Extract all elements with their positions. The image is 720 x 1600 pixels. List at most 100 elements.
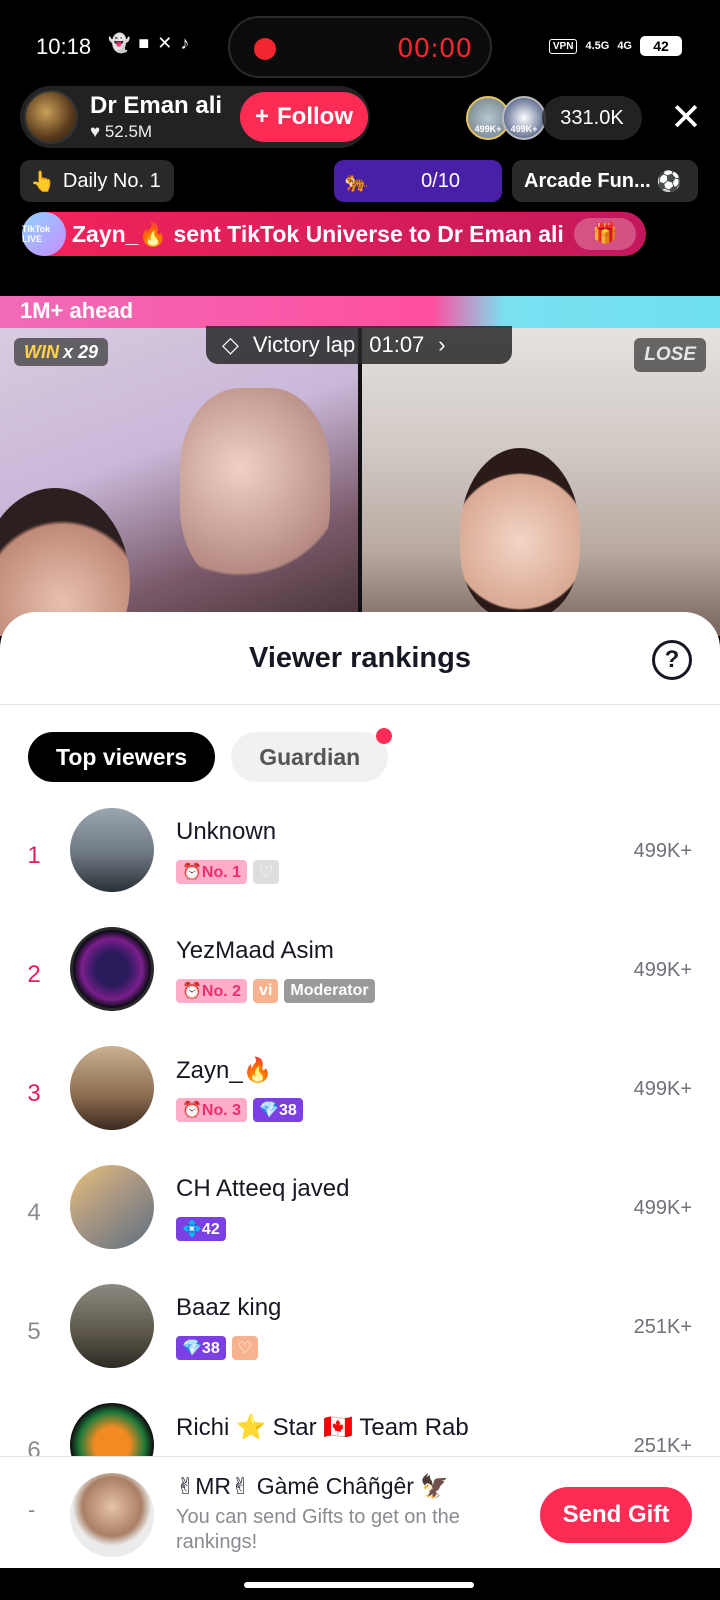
- avatar[interactable]: [70, 1046, 154, 1130]
- win-label: WIN: [24, 341, 59, 362]
- score: 499K+: [633, 959, 692, 981]
- record-dot-icon: [254, 38, 276, 60]
- viewer-count[interactable]: 331.0K: [542, 96, 642, 140]
- tab-guardian[interactable]: Guardian: [231, 728, 393, 782]
- vi-badge: vi: [253, 979, 279, 1003]
- my-avatar[interactable]: [70, 1473, 154, 1557]
- ranking-row[interactable]: 5 Baaz king 💎38 ♡ 251K+: [0, 1284, 720, 1403]
- record-timer: 00:00: [397, 34, 472, 64]
- status-bar: 10:18 👻 ■ ✕ ♪ 00:00 VPN 4.5G 4G 42: [0, 0, 720, 90]
- badges: 💠42: [176, 1217, 226, 1241]
- send-gift-button[interactable]: Send Gift: [540, 1487, 692, 1543]
- system-indicators: VPN 4.5G 4G 42: [548, 36, 682, 56]
- battle-progress-bar: 1M+ ahead: [0, 296, 720, 328]
- hand-icon: 👆: [30, 170, 55, 193]
- home-handle[interactable]: [244, 1582, 474, 1588]
- ranking-list: 1 Unknown ⏰No. 1 ♡ 499K+ 2 YezMaad Asim …: [0, 808, 720, 1522]
- gift-banner[interactable]: TikTok LIVE Zayn_🔥 sent TikTok Universe …: [22, 212, 646, 256]
- soccer-icon: ⚽: [656, 170, 682, 193]
- gift-icon[interactable]: 🎁: [574, 218, 636, 250]
- right-video[interactable]: [362, 328, 720, 636]
- arcade-tag[interactable]: Arcade Fun... ⚽: [512, 160, 698, 202]
- host-name: Dr Eman ali: [90, 92, 223, 119]
- tab-guardian-label: Guardian: [259, 743, 361, 770]
- host-avatar[interactable]: [24, 90, 78, 144]
- ranking-hint: You can send Gifts to get on the ranking…: [176, 1506, 460, 1553]
- missed-call-icon: ✕: [157, 33, 173, 53]
- battery-icon: 42: [640, 36, 682, 56]
- rank-badge: ⏰No. 1: [176, 860, 248, 884]
- viewer-name: Richi ⭐ Star 🇨🇦 Team Rab: [176, 1414, 469, 1441]
- video-icon: ■: [138, 33, 150, 53]
- left-hand: [180, 388, 330, 588]
- daily-rank-label: Daily No. 1: [62, 169, 161, 192]
- signal-2-icon: 4G: [617, 40, 632, 52]
- win-streak: x 29: [63, 341, 99, 362]
- rank-number: 4: [27, 1199, 41, 1226]
- score: 251K+: [633, 1435, 692, 1457]
- snapchat-icon: 👻: [108, 33, 131, 53]
- screen-record-pill[interactable]: 00:00: [228, 16, 492, 78]
- level-badge: 💠42: [176, 1217, 226, 1241]
- follow-button[interactable]: + Follow: [240, 92, 368, 142]
- badges: 💎38 ♡: [176, 1336, 259, 1360]
- signal-1-icon: 4.5G: [585, 40, 610, 52]
- tiktok-icon: ♪: [180, 33, 190, 53]
- viewer-name: Baaz king: [176, 1294, 282, 1321]
- rank-number: 2: [27, 961, 41, 988]
- help-icon[interactable]: ?: [652, 640, 692, 680]
- rank-number: 1: [27, 842, 41, 869]
- notification-dot: [376, 728, 393, 744]
- victory-timer: 01:07: [369, 332, 425, 357]
- avatar[interactable]: [70, 1284, 154, 1368]
- navigation-bar: [0, 1568, 720, 1600]
- rank-number: 5: [27, 1318, 41, 1345]
- rank-badge: ⏰No. 3: [176, 1098, 248, 1122]
- ranking-row[interactable]: 4 CH Atteeq javed 💠42 499K+: [0, 1165, 720, 1284]
- battle-area: 1M+ ahead WIN x 29 LOSE ◇ Victory lap 01…: [0, 296, 720, 636]
- plus-icon: +: [255, 103, 270, 130]
- viewer-avatar[interactable]: 499K+: [502, 96, 546, 140]
- left-video[interactable]: [0, 328, 358, 636]
- viewer-name: CH Atteeq javed: [176, 1175, 350, 1202]
- divider: [0, 704, 720, 705]
- sheet-title: Viewer rankings: [249, 642, 471, 674]
- daily-rank-tag[interactable]: 👆 Daily No. 1: [20, 160, 174, 202]
- heart-badge: ♡: [231, 1336, 259, 1360]
- heart-badge: ♡: [253, 860, 280, 884]
- video-divider: [358, 328, 362, 636]
- my-name: ✌MR✌ Gàmê Châñgêr 🦅: [176, 1473, 449, 1499]
- diamond-icon: ◇: [222, 332, 239, 357]
- ranking-row[interactable]: 2 YezMaad Asim ⏰No. 2 vi Moderator 499K+: [0, 927, 720, 1046]
- ranking-row[interactable]: 1 Unknown ⏰No. 1 ♡ 499K+: [0, 808, 720, 927]
- right-person: [460, 448, 580, 618]
- score: 499K+: [633, 840, 692, 862]
- score: 251K+: [633, 1316, 692, 1338]
- badges: ⏰No. 2 vi Moderator: [176, 979, 375, 1003]
- avatar[interactable]: [70, 927, 154, 1011]
- tiktok-live-badge: TikTok LIVE: [22, 212, 66, 256]
- moderator-badge: Moderator: [284, 979, 375, 1003]
- my-rank: -: [28, 1497, 36, 1522]
- goal-progress-tag[interactable]: 🐅 0/10: [334, 160, 502, 202]
- avatar[interactable]: [70, 1165, 154, 1249]
- ranking-row[interactable]: 3 Zayn_🔥 ⏰No. 3 💎38 499K+: [0, 1046, 720, 1165]
- score: 499K+: [633, 1078, 692, 1100]
- follow-label: Follow: [277, 103, 353, 130]
- gift-banner-text: Zayn_🔥 sent TikTok Universe to Dr Eman a…: [72, 220, 564, 247]
- lose-badge: LOSE: [634, 338, 706, 372]
- top-viewer-avatars[interactable]: 499K+ 499K+: [466, 96, 546, 140]
- vpn-icon: VPN: [548, 38, 578, 54]
- viewer-rankings-sheet: Viewer rankings ? Top viewers Guardian 1…: [0, 612, 720, 1600]
- close-icon[interactable]: ✕: [664, 96, 708, 140]
- host-info[interactable]: Dr Eman ali ♥ 52.5M + Follow: [20, 86, 370, 148]
- badges: ⏰No. 1 ♡: [176, 860, 280, 884]
- level-badge: 💎38: [176, 1336, 226, 1360]
- tiger-icon: 🐅: [344, 170, 369, 193]
- avatar[interactable]: [70, 808, 154, 892]
- viewer-name: Zayn_🔥: [176, 1057, 273, 1084]
- clock: 10:18: [36, 34, 92, 59]
- victory-lap-bar[interactable]: ◇ Victory lap 01:07 ›: [206, 326, 512, 364]
- tab-top-viewers[interactable]: Top viewers: [28, 732, 216, 782]
- score: 499K+: [633, 1197, 692, 1219]
